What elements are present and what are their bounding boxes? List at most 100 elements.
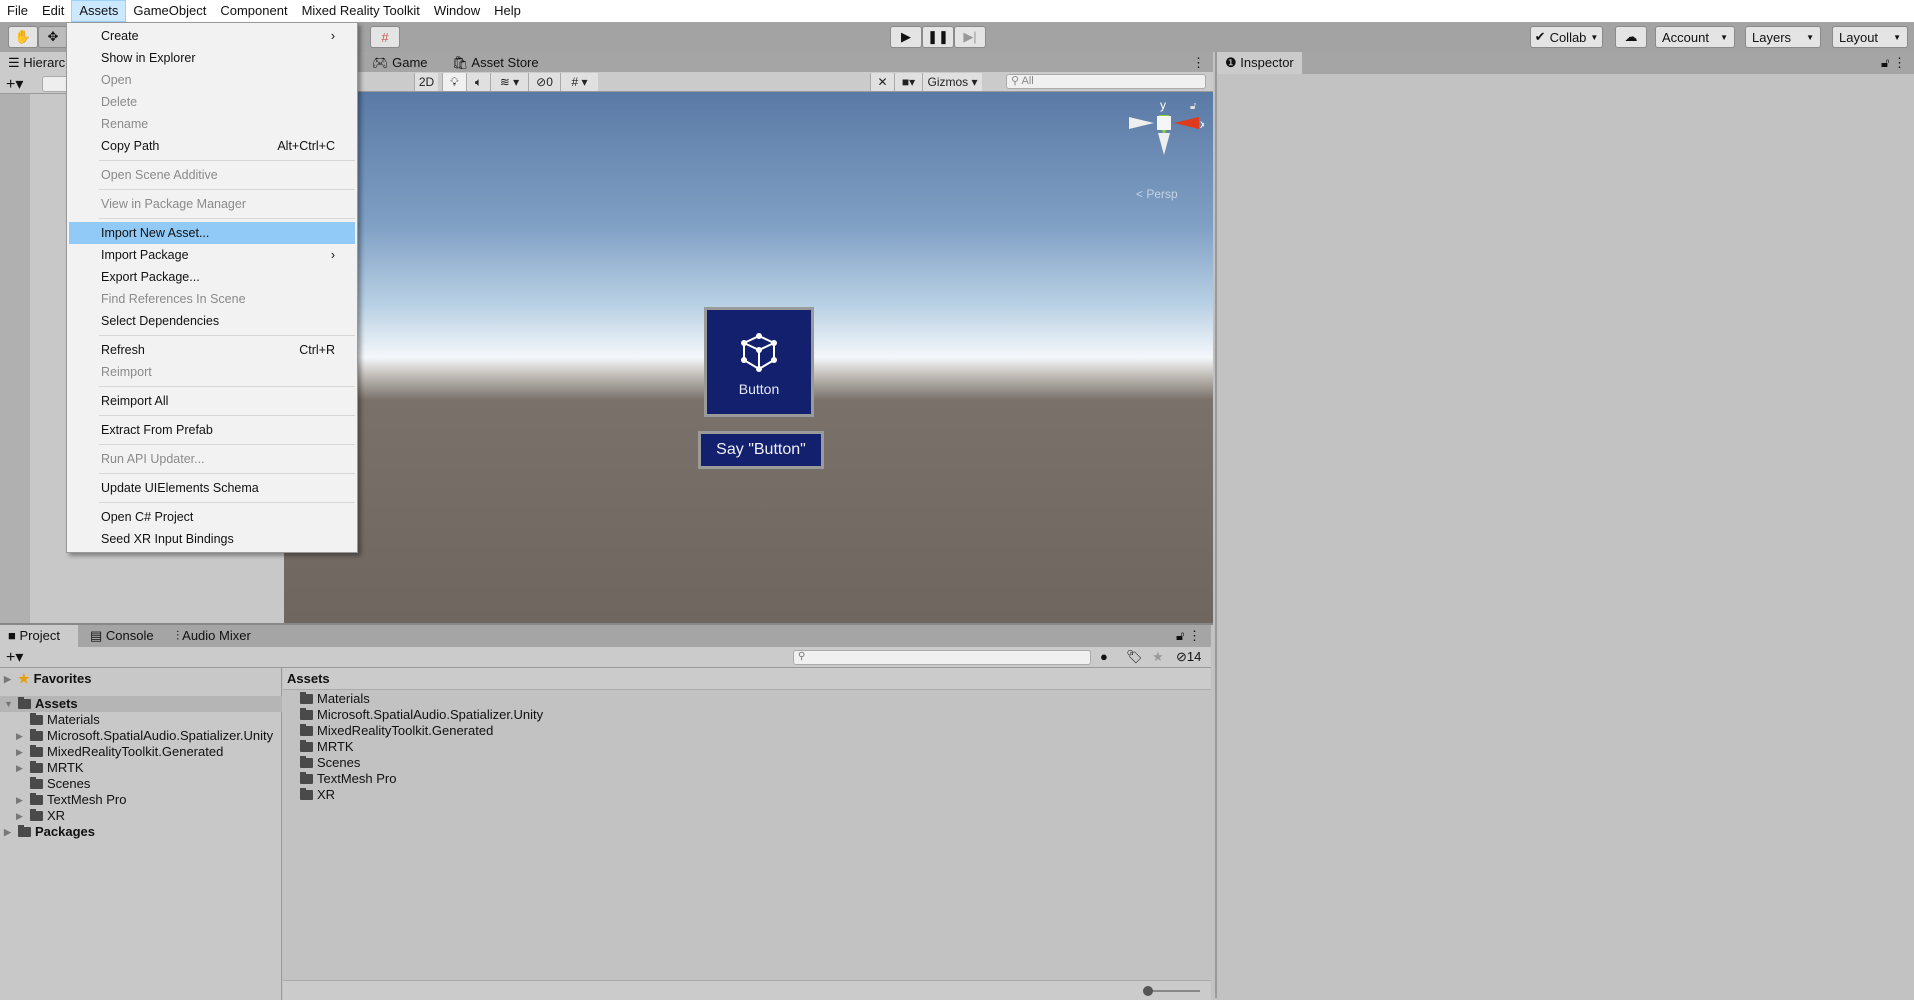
play-button[interactable]: ▶	[890, 26, 922, 48]
scene-search-input[interactable]: ⚲ All	[1006, 74, 1206, 89]
menu-item-import-package[interactable]: Import Package ›	[69, 244, 355, 266]
menu-item-open-scene-additive[interactable]: Open Scene Additive	[69, 164, 355, 186]
label-icon[interactable]: 🏷︎	[1126, 649, 1143, 665]
effects-dropdown[interactable]: ≋ ▾	[490, 73, 528, 91]
say-button[interactable]: Say "Button"	[698, 431, 824, 469]
lock-icon[interactable]: 🔓︎	[1190, 101, 1197, 112]
audio-toggle[interactable]: 🔈︎	[466, 73, 490, 91]
layout-dropdown[interactable]: Layout ▼	[1832, 26, 1908, 48]
menu-item-import-new-asset[interactable]: Import New Asset...	[69, 222, 355, 244]
menu-help[interactable]: Help	[487, 0, 528, 22]
pause-button[interactable]: ❚❚	[922, 26, 954, 48]
star-icon[interactable]: ★	[1152, 649, 1164, 665]
tab-asset-store[interactable]: 🛍︎ Asset Store	[444, 52, 547, 74]
add-icon[interactable]: +▾	[6, 74, 23, 94]
grid-dropdown[interactable]: # ▾	[560, 73, 598, 91]
asset-item[interactable]: Microsoft.SpatialAudio.Spatializer.Unity	[300, 707, 543, 723]
scene-viewport[interactable]: y x 🔓︎ < Persp Button Say "Button"	[284, 92, 1213, 623]
2d-toggle[interactable]: 2D	[414, 73, 438, 91]
project-search-input[interactable]: ⚲	[793, 650, 1091, 665]
snap-button[interactable]: #	[370, 26, 400, 48]
menu-item-reimport-all[interactable]: Reimport All	[69, 390, 355, 412]
layers-dropdown[interactable]: Layers ▼	[1745, 26, 1821, 48]
zoom-slider[interactable]	[1145, 990, 1200, 992]
tree-item[interactable]: ▶ Microsoft.SpatialAudio.Spatializer.Unit…	[16, 728, 273, 744]
menu-item-rename[interactable]: Rename	[69, 113, 355, 135]
tab-inspector[interactable]: ❶ Inspector	[1217, 52, 1302, 74]
menu-item-select-dependencies[interactable]: Select Dependencies	[69, 310, 355, 332]
menu-assets[interactable]: Assets	[71, 0, 127, 22]
move-tool-button[interactable]: ✥	[38, 26, 68, 48]
expand-icon[interactable]: ▶	[16, 744, 26, 760]
tab-console[interactable]: ▤ Console	[82, 625, 162, 647]
menu-item-extract-from-prefab[interactable]: Extract From Prefab	[69, 419, 355, 441]
expand-icon[interactable]: ▶	[16, 792, 26, 808]
tree-item-favorites[interactable]: ▶ ★ Favorites	[4, 671, 91, 687]
center-cube[interactable]	[1157, 116, 1171, 130]
menu-item-run-api-updater[interactable]: Run API Updater...	[69, 448, 355, 470]
expand-icon[interactable]: ▶	[16, 728, 26, 744]
neg-y-axis-cone[interactable]	[1158, 133, 1170, 155]
menu-item-copy-path[interactable]: Copy Path Alt+Ctrl+C	[69, 135, 355, 157]
asset-item[interactable]: TextMesh Pro	[300, 771, 396, 787]
menu-mixed-reality-toolkit[interactable]: Mixed Reality Toolkit	[295, 0, 427, 22]
asset-item[interactable]: Scenes	[300, 755, 360, 771]
asset-item[interactable]: MRTK	[300, 739, 354, 755]
menu-component[interactable]: Component	[213, 0, 294, 22]
assets-breadcrumb[interactable]: Assets	[283, 668, 1211, 690]
camera-dropdown[interactable]: ■▾	[894, 73, 922, 91]
menu-item-view-in-package-manager[interactable]: View in Package Manager	[69, 193, 355, 215]
menu-item-open-c#-project[interactable]: Open C# Project	[69, 506, 355, 528]
account-dropdown[interactable]: Account ▼	[1655, 26, 1735, 48]
menu-window[interactable]: Window	[427, 0, 487, 22]
expand-icon[interactable]: ▶	[16, 808, 26, 824]
add-icon[interactable]: +▾	[6, 647, 23, 667]
menu-item-find-references-in-scene[interactable]: Find References In Scene	[69, 288, 355, 310]
tab-project[interactable]: ■ Project	[0, 625, 78, 647]
more-icon[interactable]: ⋮	[1192, 55, 1205, 71]
step-button[interactable]: ▶|	[954, 26, 986, 48]
tree-item[interactable]: Materials	[16, 712, 100, 728]
tree-item[interactable]: ▶ XR	[16, 808, 65, 824]
tree-item[interactable]: ▶ MixedRealityToolkit.Generated	[16, 744, 223, 760]
lock-icon[interactable]: 🔓︎ ⋮	[1176, 628, 1201, 644]
tree-item[interactable]: ▶ TextMesh Pro	[16, 792, 126, 808]
zoom-slider-thumb[interactable]	[1143, 986, 1153, 996]
hand-tool-button[interactable]: ✋	[8, 26, 38, 48]
tools-button[interactable]: ✕	[870, 73, 894, 91]
tree-item[interactable]: ▶ MRTK	[16, 760, 84, 776]
collab-button[interactable]: ✔ Collab ▼	[1530, 26, 1603, 48]
hidden-objects-toggle[interactable]: ⊘0	[528, 73, 560, 91]
menu-item-create[interactable]: Create ›	[69, 25, 355, 47]
menu-edit[interactable]: Edit	[35, 0, 71, 22]
tab-audio-mixer[interactable]: ⫶ Audio Mixer	[168, 625, 259, 647]
filter-type-icon[interactable]: ●	[1100, 649, 1108, 664]
cloud-button[interactable]: ☁	[1615, 26, 1647, 48]
orientation-gizmo[interactable]: y x 🔓︎	[1124, 97, 1204, 197]
tab-game[interactable]: 🎮︎ Game	[364, 52, 436, 74]
menu-item-seed-xr-input-bindings[interactable]: Seed XR Input Bindings	[69, 528, 355, 550]
hidden-packages-toggle[interactable]: ⊘14	[1176, 649, 1201, 665]
asset-item[interactable]: MixedRealityToolkit.Generated	[300, 723, 493, 739]
persp-label[interactable]: < Persp	[1136, 187, 1178, 201]
tree-item[interactable]: Scenes	[16, 776, 90, 792]
neg-x-axis-cone[interactable]	[1129, 117, 1154, 129]
tree-item-assets[interactable]: ▼ Assets	[0, 696, 282, 712]
menu-item-show-in-explorer[interactable]: Show in Explorer	[69, 47, 355, 69]
menu-gameobject[interactable]: GameObject	[126, 0, 213, 22]
tree-item-packages[interactable]: ▶ Packages	[4, 824, 95, 840]
menu-item-update-uielements-schema[interactable]: Update UIElements Schema	[69, 477, 355, 499]
menu-item-open[interactable]: Open	[69, 69, 355, 91]
menu-item-export-package[interactable]: Export Package...	[69, 266, 355, 288]
menu-item-delete[interactable]: Delete	[69, 91, 355, 113]
asset-item[interactable]: Materials	[300, 691, 370, 707]
asset-item[interactable]: XR	[300, 787, 335, 803]
menu-item-reimport[interactable]: Reimport	[69, 361, 355, 383]
lighting-toggle[interactable]: 💡︎	[442, 73, 466, 91]
lock-icon[interactable]: 🔓︎ ⋮	[1881, 55, 1906, 71]
scene-button[interactable]: Button	[704, 307, 814, 417]
x-axis-cone[interactable]	[1174, 117, 1199, 129]
gizmos-dropdown[interactable]: Gizmos ▾	[922, 73, 982, 91]
menu-file[interactable]: File	[0, 0, 35, 22]
expand-icon[interactable]: ▶	[16, 760, 26, 776]
